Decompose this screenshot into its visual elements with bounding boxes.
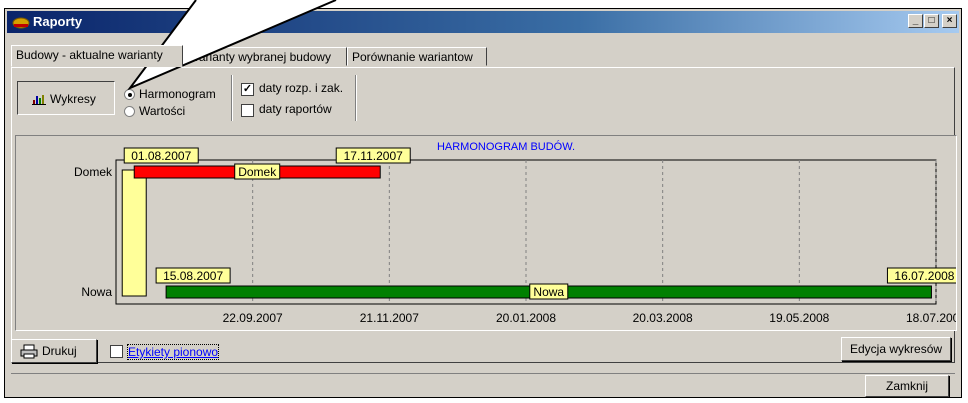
tab-budowy-aktualne[interactable]: Budowy - aktualne warianty [11,45,183,67]
